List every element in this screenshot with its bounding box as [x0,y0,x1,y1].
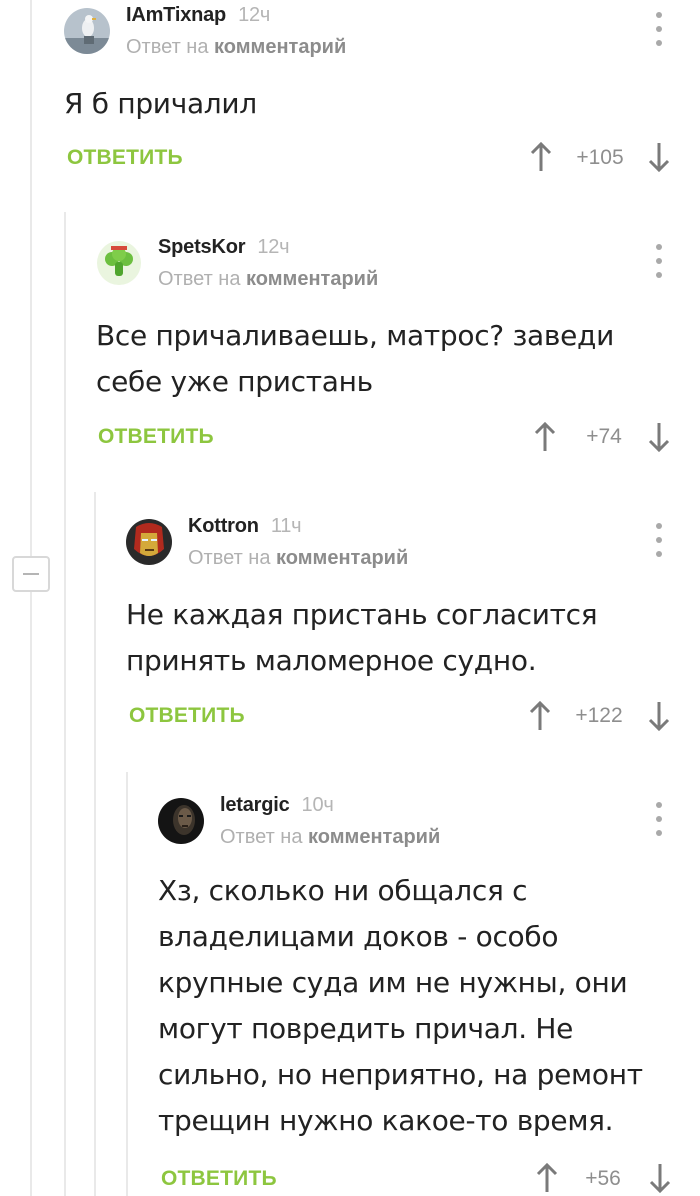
username[interactable]: letargic 10ч [220,794,334,817]
comment-text: Все причаливаешь, матрос? заведи себе уж… [96,319,614,398]
comment-time: 12ч [238,4,271,26]
username[interactable]: SpetsKor 12ч [158,236,290,259]
more-vertical-icon[interactable] [654,12,664,46]
comment: SpetsKor 12ч Ответ на комментарий Все при… [96,232,700,472]
collapse-thread-button[interactable] [12,556,50,592]
comment-time: 12ч [257,236,290,258]
username[interactable]: IAmTixnap 12ч [126,4,270,27]
reply-button[interactable]: ОТВЕТИТЬ [67,146,183,170]
comment-text: Хз, сколько ни общался с владелицами док… [158,874,643,1137]
avatar[interactable] [96,240,142,286]
reply-to-link[interactable]: комментарий [276,547,408,569]
thread-guide-line [64,212,66,1196]
comment-time: 10ч [301,794,334,816]
arrow-up-icon[interactable] [528,700,552,732]
avatar[interactable] [64,8,110,54]
arrow-up-icon[interactable] [535,1162,559,1194]
collapse-minus-icon [23,573,39,575]
reply-to-link[interactable]: комментарий [214,36,346,58]
iron-man-avatar [126,519,172,565]
reply-to-label: Ответ на комментарий [158,268,379,290]
username[interactable]: Kottron 11ч [188,515,302,538]
reply-to-label: Ответ на комментарий [188,547,409,569]
broccoli-avatar [96,240,142,286]
comment: Kottron 11ч Ответ на комментарий Не кажда… [126,511,700,751]
dark-face-avatar [158,798,204,844]
thread-guide-line [126,772,128,1196]
seagull-avatar [64,8,110,54]
more-vertical-icon[interactable] [654,802,664,836]
reply-button[interactable]: ОТВЕТИТЬ [98,425,214,449]
rating-value: +74 [586,425,622,448]
arrow-down-icon[interactable] [647,141,671,173]
reply-button[interactable]: ОТВЕТИТЬ [129,704,245,728]
comment-thread: IAmTixnap 12ч Ответ на комментарий Я б пр… [0,0,700,1196]
reply-to-link[interactable]: комментарий [246,268,378,290]
arrow-down-icon[interactable] [648,1162,672,1194]
rating-value: +56 [585,1167,621,1190]
comment-text: Я б причалил [64,87,257,120]
comment: letargic 10ч Ответ на комментарий Хз, ско… [158,790,700,1196]
rating-value: +105 [576,146,624,169]
comment-text: Не каждая пристань согласится принять ма… [126,598,598,677]
comment: IAmTixnap 12ч Ответ на комментарий Я б пр… [64,0,700,190]
reply-to-label: Ответ на комментарий [126,36,347,58]
arrow-down-icon[interactable] [647,700,671,732]
more-vertical-icon[interactable] [654,523,664,557]
reply-to-label: Ответ на комментарий [220,826,441,848]
reply-button[interactable]: ОТВЕТИТЬ [161,1167,277,1191]
avatar[interactable] [126,519,172,565]
rating-value: +122 [575,704,623,727]
thread-guide-line [30,0,32,1196]
arrow-down-icon[interactable] [647,421,671,453]
thread-guide-line [94,492,96,1196]
comment-time: 11ч [270,515,302,537]
arrow-up-icon[interactable] [533,421,557,453]
avatar[interactable] [158,798,204,844]
more-vertical-icon[interactable] [654,244,664,278]
reply-to-link[interactable]: комментарий [308,826,440,848]
arrow-up-icon[interactable] [529,141,553,173]
